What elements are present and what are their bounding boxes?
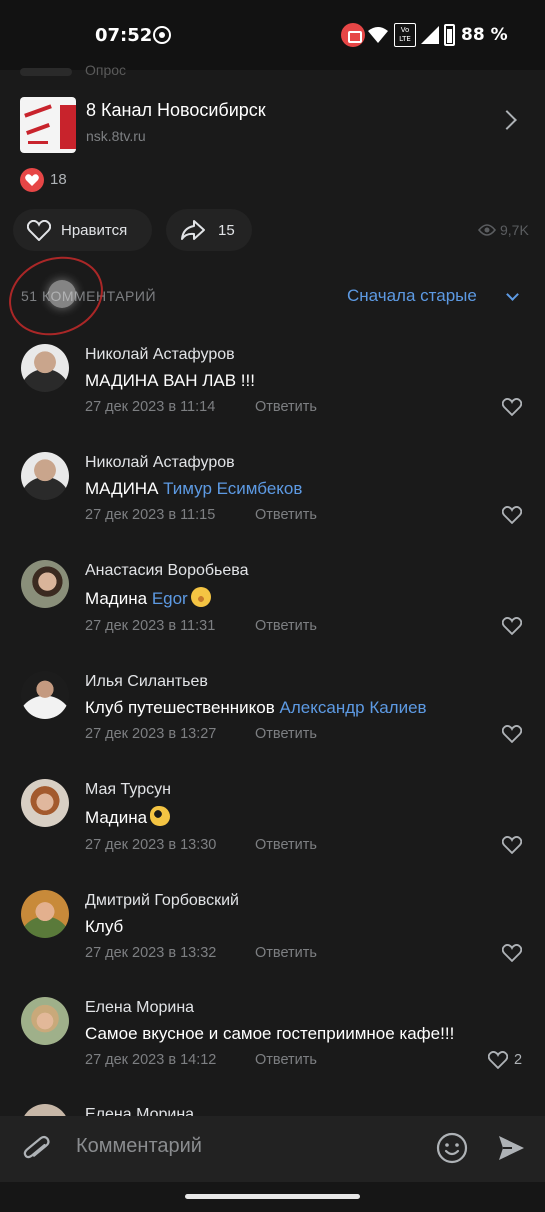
like-label: Нравится xyxy=(61,222,128,239)
heart-outline-icon[interactable] xyxy=(502,944,522,962)
comment-composer xyxy=(0,1116,545,1182)
previous-block-label: Опрос xyxy=(85,62,127,78)
recording-indicator-icon xyxy=(153,26,171,44)
comment-text: МАДИНА ВАН ЛАВ !!! xyxy=(85,371,255,391)
avatar[interactable] xyxy=(21,452,69,500)
heart-outline-icon[interactable] xyxy=(502,725,522,743)
previous-block-edge xyxy=(20,68,72,76)
touch-indicator xyxy=(48,280,76,308)
volte-bottom: LTE xyxy=(399,35,411,43)
comment-body: МАДИНА xyxy=(85,479,159,498)
eye-icon xyxy=(478,224,496,236)
avatar[interactable] xyxy=(21,997,69,1045)
comment-date: 27 дек 2023 в 14:12 xyxy=(85,1052,217,1068)
heart-outline-icon[interactable] xyxy=(502,617,522,635)
heart-outline-icon xyxy=(27,220,51,241)
comment-author[interactable]: Анастасия Воробьева xyxy=(85,562,248,580)
emoji-icon[interactable] xyxy=(436,1132,468,1164)
comment-input[interactable] xyxy=(76,1135,416,1158)
comment-body: МАДИНА ВАН ЛАВ !!! xyxy=(85,371,255,390)
reply-button[interactable]: Ответить xyxy=(255,507,317,523)
avatar[interactable] xyxy=(21,560,69,608)
chevron-down-icon[interactable] xyxy=(506,288,519,301)
comment-author[interactable]: Мая Турсун xyxy=(85,781,171,799)
mention-link[interactable]: Александр Калиев xyxy=(280,698,427,717)
comment-body: Мадина xyxy=(85,589,148,608)
mention-link[interactable]: Egor xyxy=(152,589,188,608)
comment-date: 27 дек 2023 в 11:14 xyxy=(85,399,216,415)
comment-text: Клуб путешественников Александр Калиев xyxy=(85,698,427,718)
comment-body: Самое вкусное и самое гостеприимное кафе… xyxy=(85,1024,455,1043)
reply-button[interactable]: Ответить xyxy=(255,945,317,961)
volte-top: Vo xyxy=(400,26,410,34)
volte-badge: Vo LTE xyxy=(394,23,416,47)
comment-like-count: 2 xyxy=(514,1052,523,1068)
like-button[interactable]: Нравится xyxy=(13,209,152,251)
views-count: 9,7K xyxy=(500,222,529,238)
reply-button[interactable]: Ответить xyxy=(255,1052,317,1068)
home-gesture-handle[interactable] xyxy=(185,1194,360,1199)
comment-date: 27 дек 2023 в 11:15 xyxy=(85,507,216,523)
share-count: 15 xyxy=(218,222,235,239)
screen-record-icon xyxy=(341,23,365,47)
post-actions: Нравится 15 9,7K xyxy=(0,206,545,254)
attachment-logo xyxy=(20,97,76,153)
reply-button[interactable]: Ответить xyxy=(255,726,317,742)
comment-author[interactable]: Дмитрий Горбовский xyxy=(85,892,239,910)
heart-outline-icon[interactable] xyxy=(488,1051,508,1069)
comment-date: 27 дек 2023 в 13:30 xyxy=(85,837,217,853)
paperclip-icon[interactable] xyxy=(22,1132,52,1166)
mention-link[interactable]: Тимур Есимбеков xyxy=(163,479,302,498)
link-attachment[interactable]: 8 Канал Новосибирск nsk.8tv.ru xyxy=(0,85,545,165)
comment-date: 27 дек 2023 в 11:31 xyxy=(85,618,216,634)
attachment-title: 8 Канал Новосибирск xyxy=(86,100,266,120)
comment-body: Мадина xyxy=(85,808,148,827)
reply-button[interactable]: Ответить xyxy=(255,399,317,415)
status-time: 07:52 xyxy=(95,25,153,46)
comment-date: 27 дек 2023 в 13:32 xyxy=(85,945,217,961)
avatar[interactable] xyxy=(21,779,69,827)
system-navigation-bar xyxy=(0,1182,545,1212)
attachment-url: nsk.8tv.ru xyxy=(86,128,146,144)
comment-body: Клуб xyxy=(85,917,124,936)
reactions-count: 18 xyxy=(50,171,67,188)
comment-author[interactable]: Елена Морина xyxy=(85,999,194,1017)
comment-date: 27 дек 2023 в 13:27 xyxy=(85,726,217,742)
comment-text: Клуб xyxy=(85,917,123,937)
send-icon[interactable] xyxy=(496,1133,526,1163)
heart-reaction-icon xyxy=(20,168,44,192)
ok-hand-emoji-icon xyxy=(150,806,171,826)
avatar[interactable] xyxy=(21,671,69,719)
reply-button[interactable]: Ответить xyxy=(255,618,317,634)
battery-percent: 88 % xyxy=(461,25,508,45)
share-icon xyxy=(181,220,205,240)
smiling-emoji-icon xyxy=(190,587,211,607)
heart-outline-icon[interactable] xyxy=(502,506,522,524)
comment-body: Клуб путешественников xyxy=(85,698,275,717)
share-button[interactable]: 15 xyxy=(166,209,252,251)
avatar[interactable] xyxy=(21,890,69,938)
status-bar: 07:52 Vo LTE 88 % xyxy=(0,0,545,70)
avatar[interactable] xyxy=(21,344,69,392)
comment-text: Мадина Egor xyxy=(85,587,211,609)
sort-dropdown[interactable]: Сначала старые xyxy=(347,286,477,306)
wifi-icon xyxy=(368,27,388,43)
comment-text: Мадина xyxy=(85,806,171,828)
battery-icon xyxy=(444,24,455,46)
comment-author[interactable]: Николай Астафуров xyxy=(85,454,235,472)
heart-outline-icon[interactable] xyxy=(502,836,522,854)
heart-outline-icon[interactable] xyxy=(502,398,522,416)
comment-author[interactable]: Николай Астафуров xyxy=(85,346,235,364)
comment-text: МАДИНА Тимур Есимбеков xyxy=(85,479,302,499)
reply-button[interactable]: Ответить xyxy=(255,837,317,853)
comment-text: Самое вкусное и самое гостеприимное кафе… xyxy=(85,1024,454,1044)
signal-icon xyxy=(421,26,439,44)
comment-author[interactable]: Илья Силантьев xyxy=(85,673,208,691)
chevron-right-icon xyxy=(497,110,517,130)
